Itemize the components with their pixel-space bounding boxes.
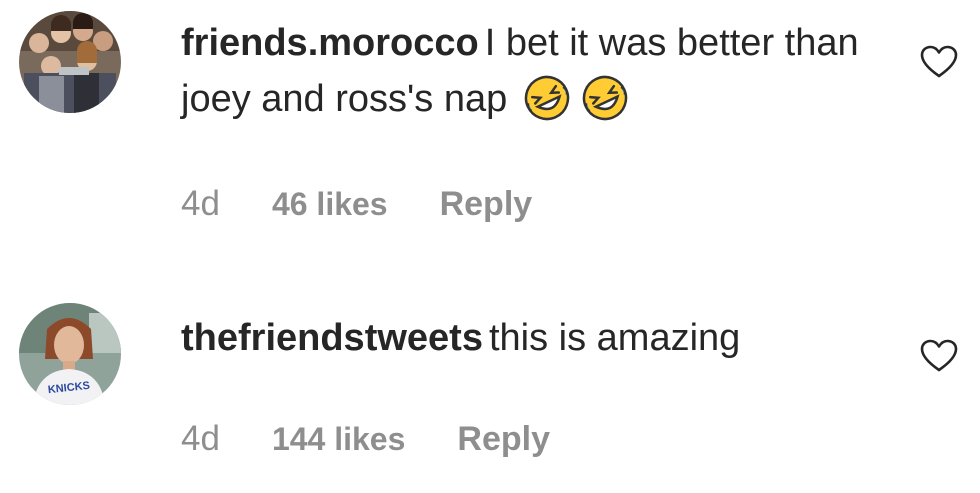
rolling-on-floor-laughing-emoji <box>524 75 570 121</box>
comment-text: thefriendstweets this is amazing <box>181 310 881 366</box>
comment-text: friends.morocco I bet it was better than … <box>181 15 881 127</box>
comment-likes-count[interactable]: 46 likes <box>272 186 388 223</box>
comment-item: friends.morocco I bet it was better than … <box>0 0 980 260</box>
rolling-on-floor-laughing-emoji <box>582 75 628 121</box>
reply-button[interactable]: Reply <box>440 185 533 224</box>
friends-cast-group-avatar <box>19 11 121 113</box>
heart-outline-icon[interactable] <box>920 339 958 373</box>
comment-username[interactable]: thefriendstweets <box>181 317 483 359</box>
ross-knicks-shirt-avatar: KNICKS <box>19 303 121 405</box>
comment-meta: 4d 144 likes Reply <box>181 419 550 459</box>
user-avatar[interactable] <box>19 11 121 113</box>
comment-body: this is amazing <box>488 317 741 359</box>
comment-item: KNICKS thefriendstweets this is amazing 4… <box>0 280 980 493</box>
comment-username[interactable]: friends.morocco <box>181 22 479 64</box>
comment-timestamp[interactable]: 4d <box>181 419 220 459</box>
comment-meta: 4d 46 likes Reply <box>181 184 532 224</box>
reply-button[interactable]: Reply <box>457 420 550 459</box>
heart-outline-icon[interactable] <box>920 45 958 79</box>
comment-likes-count[interactable]: 144 likes <box>272 421 405 458</box>
comment-timestamp[interactable]: 4d <box>181 184 220 224</box>
user-avatar[interactable]: KNICKS <box>19 303 121 405</box>
